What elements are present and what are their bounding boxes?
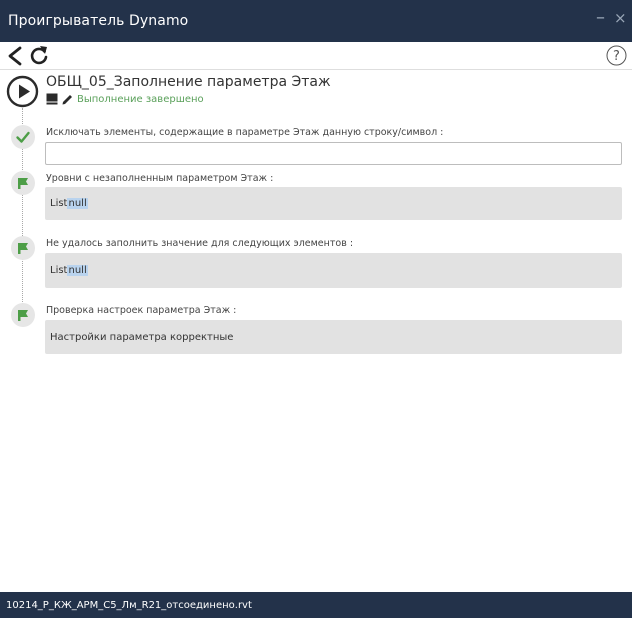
- back-arrow-icon[interactable]: [6, 46, 24, 66]
- step-status-flag: [11, 236, 35, 260]
- step-label-failed-elements: Не удалось заполнить значение для следую…: [46, 238, 354, 249]
- pencil-icon[interactable]: [61, 93, 73, 105]
- output-null-value: null: [67, 198, 88, 209]
- output-failed-elements: List null: [45, 253, 622, 288]
- title-bar: Проигрыватель Dynamo – ×: [0, 0, 632, 42]
- window-title: Проигрыватель Dynamo: [8, 13, 189, 29]
- checkmark-icon: [16, 131, 30, 143]
- step-status-flag: [11, 303, 35, 327]
- flag-icon: [18, 243, 28, 254]
- play-button[interactable]: [6, 75, 39, 108]
- status-row: Выполнение завершено: [46, 92, 204, 106]
- output-unfilled-levels: List null: [45, 187, 622, 220]
- close-icon[interactable]: ×: [614, 9, 627, 27]
- status-bar: 10214_Р_КЖ_АРМ_С5_Лм_R21_отсоединено.rvt: [0, 592, 632, 618]
- step-status-flag: [11, 171, 35, 195]
- output-list-prefix: List: [50, 265, 68, 276]
- step-label-exclude: Исключать элементы, содержащие в парамет…: [46, 127, 444, 138]
- help-icon[interactable]: ?: [606, 45, 627, 66]
- toolbar: ?: [0, 42, 632, 70]
- output-settings-check: Настройки параметра корректные: [45, 320, 622, 354]
- script-title: ОБЩ_05_Заполнение параметра Этаж: [46, 74, 331, 90]
- flag-icon: [18, 178, 28, 189]
- step-label-unfilled-levels: Уровни с незаполненным параметром Этаж :: [46, 173, 274, 184]
- document-name: 10214_Р_КЖ_АРМ_С5_Лм_R21_отсоединено.rvt: [6, 599, 252, 611]
- flag-icon: [18, 310, 28, 321]
- output-settings-text: Настройки параметра корректные: [50, 331, 234, 343]
- step-status-checkmark: [11, 125, 35, 149]
- exclude-string-input[interactable]: [45, 142, 622, 165]
- step-label-settings-check: Проверка настроек параметра Этаж :: [46, 305, 237, 316]
- output-null-value: null: [67, 265, 88, 276]
- minimize-icon[interactable]: –: [596, 7, 605, 28]
- run-status-text: Выполнение завершено: [77, 93, 204, 105]
- help-glyph: ?: [613, 49, 620, 64]
- output-list-prefix: List: [50, 198, 68, 209]
- refresh-icon[interactable]: [29, 45, 49, 66]
- monitor-icon[interactable]: [46, 93, 58, 105]
